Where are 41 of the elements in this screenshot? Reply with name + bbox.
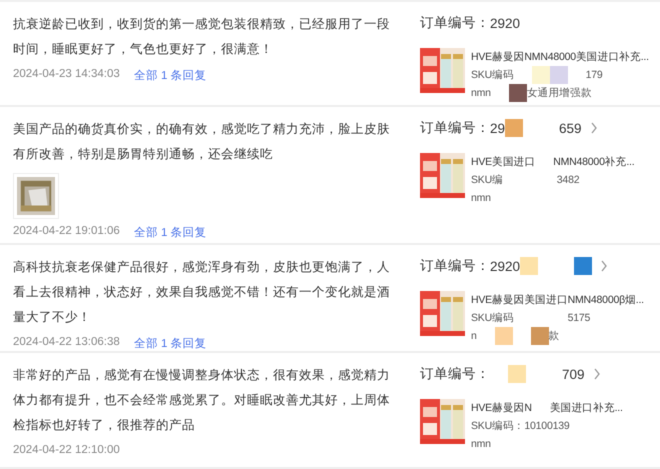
product-variant: nmn [471,438,491,450]
product-title: HVE美国进口 [471,155,536,169]
product-title: HVE赫曼因N [471,401,532,415]
review-date: 2024-04-22 19:01:06 [13,225,120,239]
order-number: 2920 [490,258,520,274]
replies-link[interactable]: 全部 1 条回复 [134,336,207,351]
review-date: 2024-04-22 13:06:38 [13,336,120,350]
sku-code: 3482 [556,174,580,186]
product-variant: n [471,330,477,342]
order-label: 订单编号： [420,119,490,137]
sku-code: 5175 [568,312,590,324]
sku-code: SKU编 [471,173,503,187]
product-title: NMN48000补充... [553,155,634,169]
review-text: 非常好的产品，感觉有在慢慢调整身体状态，很有效果，感觉精力体力都有提升，也不会经常感觉累了。对睡眠改善尤其好，上周体检指标也好转了，很推荐的产品 [13,367,391,434]
order-number: 29 [490,120,506,136]
review-date: 2024-04-23 14:34:03 [13,68,120,82]
product-title: HVE赫曼因美国进口NMN48000β烟... [471,293,644,307]
product-title: HVE赫曼因NMN48000美国进口补充... [471,50,649,64]
order-number: 2920 [490,16,520,30]
chevron-right-icon[interactable] [600,260,608,272]
chevron-right-icon[interactable] [592,368,601,380]
product-variant: 女通用增强款 [526,86,592,100]
order-label: 订单编号： [420,14,490,32]
order-number: 659 [559,120,582,136]
order-label: 订单编号： [420,365,490,383]
sku-code: SKU编码 [471,311,514,325]
review-text: 抗衰逆龄已收到，收到货的第一感觉包装很精致，已经服用了一段时间，睡眠更好了，气色也更好了，很满意！ [13,16,391,58]
product-variant: nmn [471,192,491,204]
product-title: 美国进口补充... [550,401,623,415]
replies-link[interactable]: 全部 1 条回复 [134,68,207,83]
sku-code: 179 [586,69,603,81]
sku-code: SKU编码：10100139 [471,419,570,433]
sku-code: SKU编码 [471,68,514,82]
review-text: 高科技抗衰老保健产品很好，感觉浑身有劲，皮肤也更饱满了，人看上去很精神，状态好，效果自我感觉不错！还有一个变化就是酒量大了不少！ [13,259,391,326]
order-number: 709 [562,366,585,382]
review-text: 美国产品的确货真价实，的确有效，感觉吃了精力充沛，脸上皮肤有所改善，特别是肠胃特别通畅，还会继续吃 [13,121,391,163]
replies-link[interactable]: 全部 1 条回复 [134,225,207,240]
order-label: 订单编号： [420,257,490,275]
review-date: 2024-04-22 12:10:00 [13,444,120,456]
chevron-right-icon[interactable] [590,122,598,134]
product-variant: nmn [471,87,491,99]
